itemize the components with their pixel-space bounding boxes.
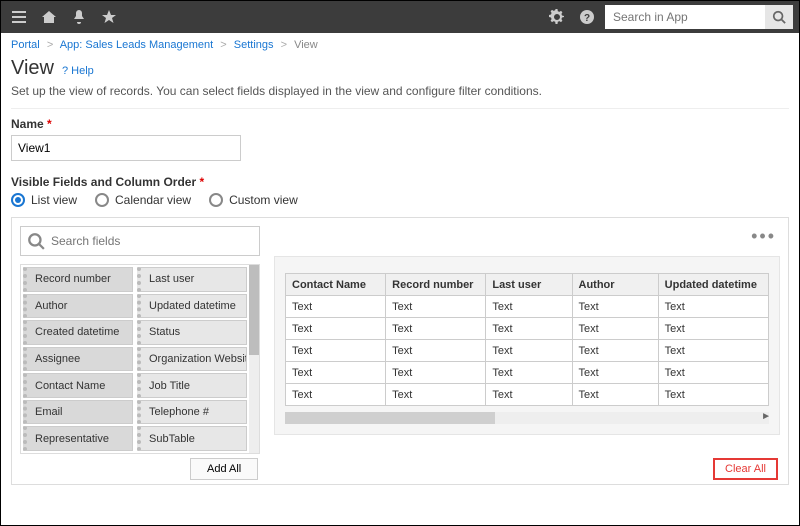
table-cell: Text (572, 384, 658, 406)
table-cell: Text (486, 362, 572, 384)
field-chip[interactable]: Created datetime (23, 320, 133, 345)
view-name-input[interactable] (11, 135, 241, 161)
table-cell: Text (572, 318, 658, 340)
app-search (605, 1, 793, 33)
topbar: ? (1, 1, 799, 33)
field-chip[interactable]: Representative (23, 426, 133, 451)
table-cell: Text (386, 362, 486, 384)
more-options-icon[interactable]: ••• (274, 226, 780, 256)
table-cell: Text (286, 362, 386, 384)
table-cell: Text (386, 296, 486, 318)
field-chip[interactable]: SubTable (137, 426, 247, 451)
view-builder: Record numberAuthorCreated datetimeAssig… (11, 217, 789, 485)
field-chip[interactable]: Job Title (137, 373, 247, 398)
table-cell: Text (658, 318, 768, 340)
preview-table: Contact NameRecord numberLast userAuthor… (285, 273, 769, 406)
radio-bullet-icon (209, 193, 223, 207)
bell-icon[interactable] (67, 5, 91, 29)
table-cell: Text (658, 384, 768, 406)
table-cell: Text (768, 384, 769, 406)
search-fields-input[interactable] (51, 234, 251, 248)
table-cell: Text (768, 362, 769, 384)
gear-icon[interactable] (545, 5, 569, 29)
help-link[interactable]: ? Help (62, 65, 94, 77)
column-header[interactable]: Record number (386, 274, 486, 296)
menu-icon[interactable] (7, 5, 31, 29)
radio-bullet-icon (95, 193, 109, 207)
table-cell: Text (486, 318, 572, 340)
radio-bullet-icon (11, 193, 25, 207)
table-row: TextTextTextTextTextText (286, 318, 770, 340)
radio-list-view[interactable]: List view (11, 193, 77, 207)
table-row: TextTextTextTextTextText (286, 384, 770, 406)
field-chip[interactable]: Status (137, 320, 247, 345)
star-icon[interactable] (97, 5, 121, 29)
table-cell: Text (286, 340, 386, 362)
table-cell: Text (286, 296, 386, 318)
search-fields-box (20, 226, 260, 256)
table-row: TextTextTextTextTextText (286, 362, 770, 384)
table-cell: Text (486, 296, 572, 318)
table-row: TextTextTextTextTextText (286, 340, 770, 362)
table-cell: Text (386, 318, 486, 340)
column-header[interactable]: Create (768, 274, 769, 296)
field-palette: Record numberAuthorCreated datetimeAssig… (20, 226, 260, 454)
add-all-button[interactable]: Add All (190, 458, 258, 480)
table-cell: Text (658, 362, 768, 384)
table-cell: Text (572, 340, 658, 362)
app-search-button[interactable] (765, 5, 793, 29)
preview-horizontal-scrollbar[interactable]: ◄ ► (285, 412, 769, 424)
column-header[interactable]: Author (572, 274, 658, 296)
field-chip[interactable]: Assignee (23, 347, 133, 372)
radio-custom-view[interactable]: Custom view (209, 193, 298, 207)
table-cell: Text (486, 384, 572, 406)
name-label: Name * (11, 117, 789, 131)
field-chip[interactable]: Contact Name (23, 373, 133, 398)
search-icon (27, 232, 45, 250)
table-cell: Text (768, 340, 769, 362)
visible-fields-label: Visible Fields and Column Order * (11, 175, 789, 189)
field-chip[interactable]: Updated datetime (137, 294, 247, 319)
table-cell: Text (386, 384, 486, 406)
preview-area: ••• Contact NameRecord numberLast userAu… (274, 226, 780, 435)
radio-calendar-view[interactable]: Calendar view (95, 193, 191, 207)
table-cell: Text (486, 340, 572, 362)
field-chip[interactable]: Last user (137, 267, 247, 292)
column-header[interactable]: Contact Name (286, 274, 386, 296)
field-chip[interactable]: Email (23, 400, 133, 425)
page-title: View (11, 57, 54, 80)
view-type-radios: List view Calendar view Custom view (11, 193, 789, 207)
scroll-right-icon[interactable]: ► (761, 411, 771, 422)
field-chip[interactable]: Record number (23, 267, 133, 292)
home-icon[interactable] (37, 5, 61, 29)
table-cell: Text (286, 384, 386, 406)
table-cell: Text (658, 296, 768, 318)
breadcrumb-settings[interactable]: Settings (234, 39, 274, 51)
table-cell: Text (386, 340, 486, 362)
palette-scrollbar[interactable] (249, 265, 259, 453)
field-chip[interactable]: Organization Website (137, 347, 247, 372)
breadcrumb-portal[interactable]: Portal (11, 39, 40, 51)
clear-all-button[interactable]: Clear All (713, 458, 778, 480)
table-row: TextTextTextTextTextText (286, 296, 770, 318)
app-search-input[interactable] (605, 5, 765, 29)
page-description: Set up the view of records. You can sele… (11, 84, 789, 98)
column-header[interactable]: Updated datetime (658, 274, 768, 296)
column-header[interactable]: Last user (486, 274, 572, 296)
table-cell: Text (658, 340, 768, 362)
breadcrumb: Portal > App: Sales Leads Management > S… (1, 33, 799, 55)
table-cell: Text (768, 296, 769, 318)
table-cell: Text (572, 362, 658, 384)
field-chip[interactable]: Author (23, 294, 133, 319)
table-cell: Text (286, 318, 386, 340)
table-cell: Text (572, 296, 658, 318)
svg-text:?: ? (584, 13, 590, 24)
field-chip[interactable]: Telephone # (137, 400, 247, 425)
help-icon[interactable]: ? (575, 5, 599, 29)
breadcrumb-current: View (294, 39, 318, 51)
breadcrumb-app[interactable]: App: Sales Leads Management (60, 39, 214, 51)
table-cell: Text (768, 318, 769, 340)
